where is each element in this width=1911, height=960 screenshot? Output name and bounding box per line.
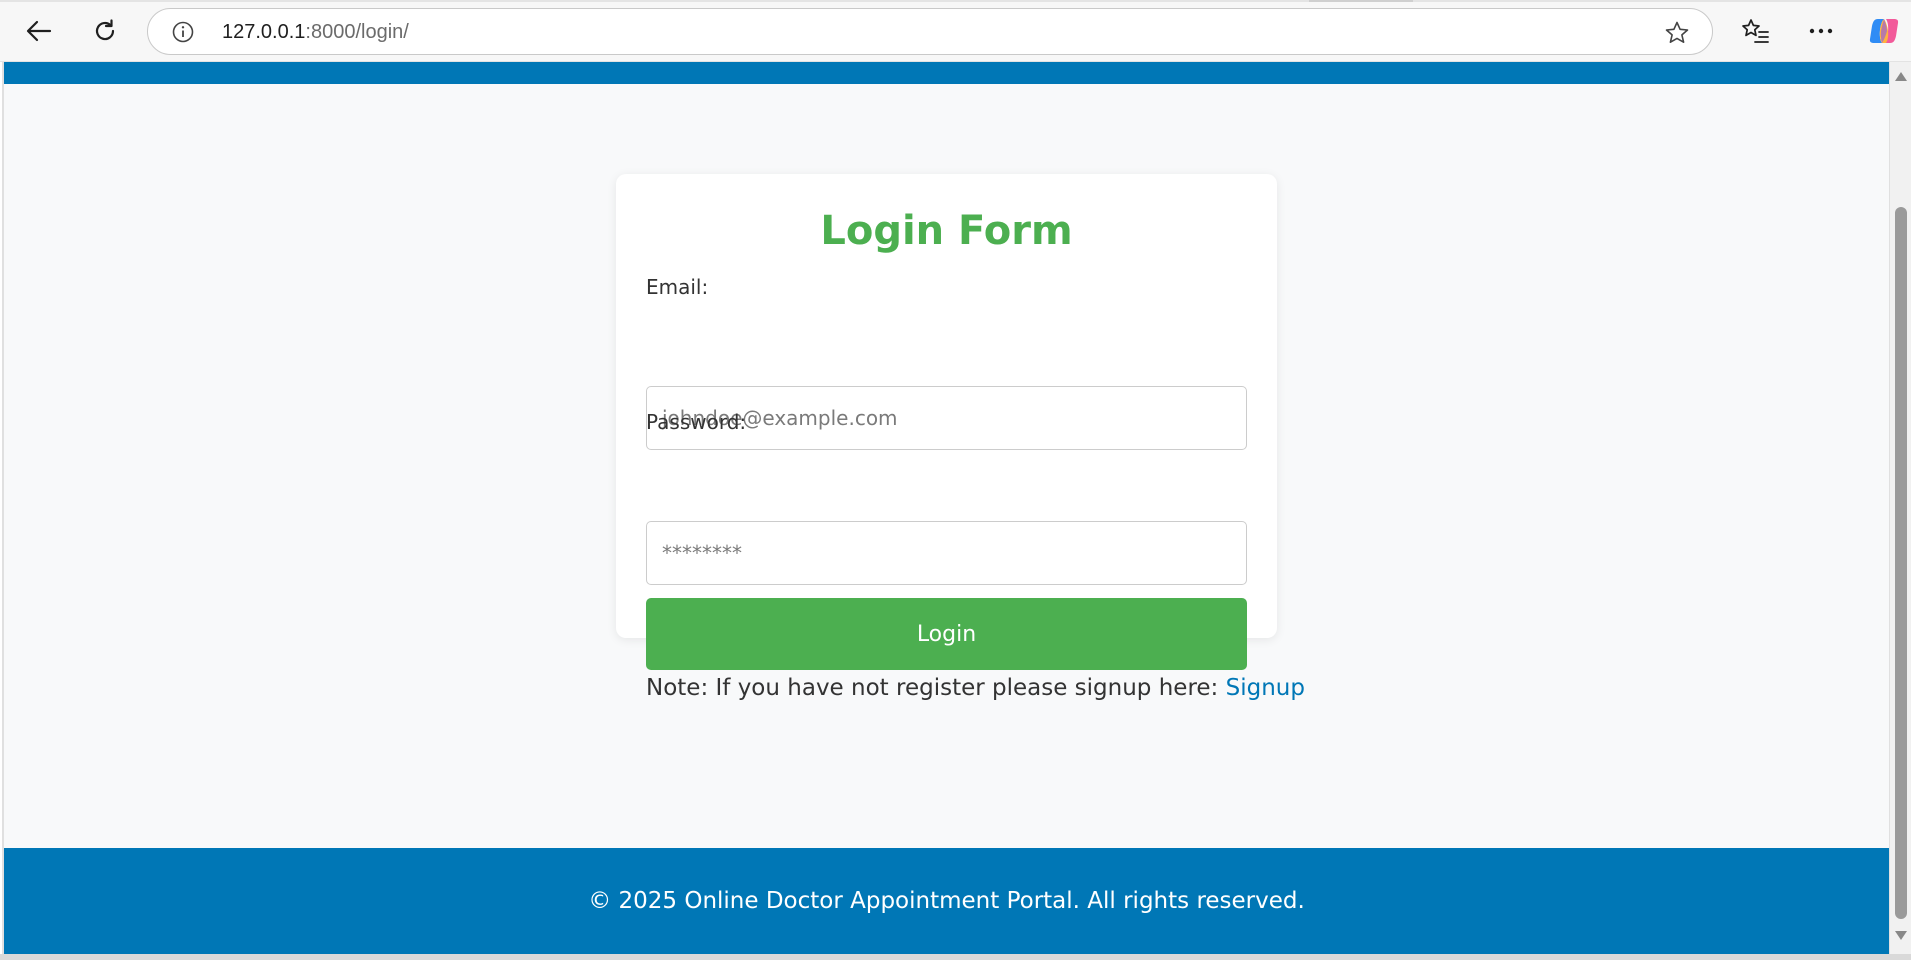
star-icon[interactable]: [1664, 20, 1690, 46]
url-path: :8000/login/: [305, 21, 409, 43]
favorites-icon: [1742, 19, 1769, 43]
address-bar[interactable]: 127.0.0.1:8000/login/: [147, 8, 1713, 55]
copilot-button[interactable]: [1866, 14, 1902, 48]
password-label: Password:: [646, 410, 747, 434]
browser-toolbar: 127.0.0.1:8000/login/: [0, 0, 1911, 62]
window-bottom-edge: [0, 954, 1911, 960]
email-label: Email:: [646, 275, 709, 299]
back-button[interactable]: [19, 12, 59, 50]
form-title: Login Form: [820, 208, 1073, 254]
login-card: Login Form Email: Password: Login: [616, 174, 1277, 670]
url-text[interactable]: 127.0.0.1:8000/login/: [222, 20, 409, 44]
more-icon: [1809, 28, 1833, 34]
back-icon: [26, 20, 52, 42]
page-scrollbar[interactable]: [1889, 62, 1911, 954]
info-icon[interactable]: [172, 21, 194, 43]
scrollbar-thumb[interactable]: [1895, 207, 1907, 919]
page-viewport: Login Form Email: Password: Login Note: …: [2, 62, 1889, 954]
login-button[interactable]: Login: [646, 598, 1247, 670]
scroll-down-arrow-icon[interactable]: [1895, 931, 1907, 940]
url-host: 127.0.0.1: [222, 21, 306, 43]
scroll-up-arrow-icon[interactable]: [1895, 72, 1907, 81]
reload-button[interactable]: [85, 12, 125, 50]
signup-link[interactable]: Signup: [1226, 675, 1305, 701]
tab-strip: [0, 0, 1911, 2]
viewport-edge: [2, 62, 4, 954]
password-field[interactable]: [646, 521, 1247, 585]
reload-icon: [95, 19, 115, 41]
site-footer: © 2025 Online Doctor Appointment Portal.…: [4, 848, 1889, 954]
copilot-icon: [1869, 19, 1899, 43]
favorites-button[interactable]: [1738, 14, 1774, 48]
signup-note: Note: If you have not register please si…: [646, 672, 1305, 704]
more-button[interactable]: [1803, 14, 1839, 48]
footer-text: © 2025 Online Doctor Appointment Portal.…: [588, 888, 1305, 914]
tab-indicator: [1309, 0, 1413, 2]
signup-note-text: Note: If you have not register please si…: [646, 675, 1226, 701]
site-header-bar: [4, 62, 1889, 84]
